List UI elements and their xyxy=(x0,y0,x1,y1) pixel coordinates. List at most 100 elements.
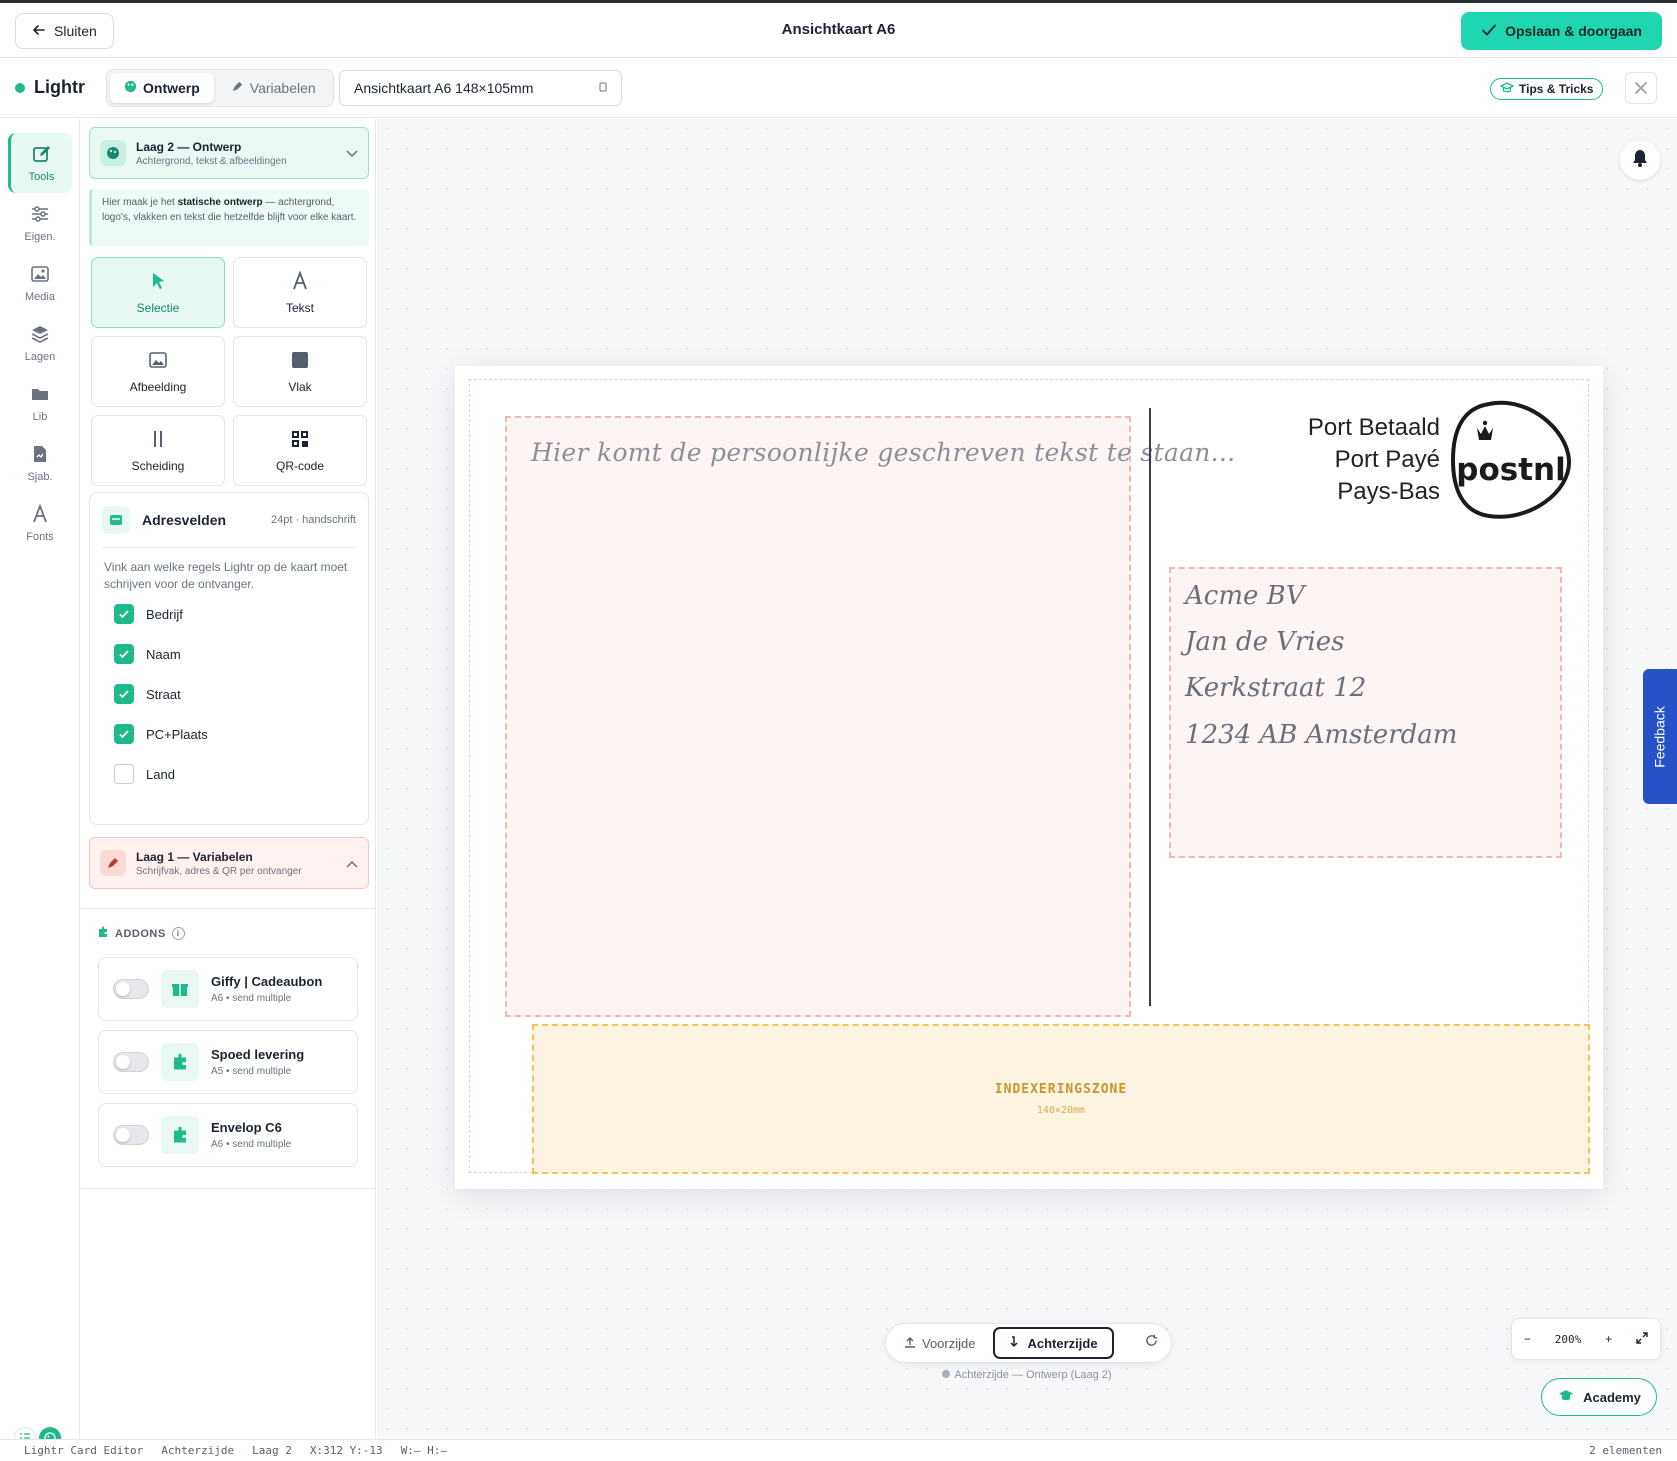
addon-name: Spoed levering xyxy=(211,1047,305,1062)
front-side-button[interactable]: Voorzijde xyxy=(890,1327,989,1359)
feedback-tab[interactable]: Feedback xyxy=(1643,669,1677,804)
tool-scheiding[interactable]: Scheiding xyxy=(91,415,225,486)
rail-item-fonts[interactable]: Fonts xyxy=(8,493,72,553)
page-title: Ansichtkaart A6 xyxy=(781,21,896,38)
hint-text-bold: statische ontwerp xyxy=(177,197,263,208)
tips-tricks-button[interactable]: Tips & Tricks xyxy=(1490,78,1604,100)
edit-icon xyxy=(32,144,52,167)
checkbox-pc-plaats[interactable]: PC+Plaats xyxy=(114,722,208,746)
divider-icon xyxy=(148,429,168,452)
postnl-wordmark: postnl xyxy=(1456,452,1565,488)
info-icon[interactable]: i xyxy=(171,927,185,940)
hint-text-start: Hier maak je het xyxy=(102,197,178,208)
checkbox-pc-plaats-label: PC+Plaats xyxy=(146,726,208,742)
addon-meta: A6 • send multiple xyxy=(211,1139,292,1150)
graduation-cap-icon xyxy=(1557,1389,1575,1406)
addon-meta: A6 • send multiple xyxy=(211,993,292,1004)
text-icon xyxy=(290,269,310,294)
rail-item-sjab[interactable]: Sjab. xyxy=(8,433,72,493)
rail-item-media[interactable]: Media xyxy=(8,253,72,313)
fullscreen-icon[interactable] xyxy=(1636,1331,1648,1347)
brand: Lightr xyxy=(15,77,85,98)
postnl-logo-icon[interactable]: postnl xyxy=(1449,400,1573,522)
tool-vlak-label: Vlak xyxy=(288,379,312,394)
checkbox-land[interactable]: Land xyxy=(114,762,175,786)
status-count: 2 elementen xyxy=(1589,1444,1662,1457)
caption-dot-icon xyxy=(942,1370,951,1378)
tab-ontwerp-label: Ontwerp xyxy=(143,80,200,96)
layer-1-subtitle: Schrijfvak, adres & QR per ontvanger xyxy=(136,865,302,877)
tool-qr-code[interactable]: QR-code xyxy=(233,415,367,486)
gift-icon xyxy=(161,970,199,1008)
editor-toolbar: Lightr Ontwerp Variabelen Ansichtkaart A… xyxy=(0,58,1677,118)
checkbox-checked-icon[interactable] xyxy=(114,684,134,704)
layer-2-header[interactable]: Laag 2 — Ontwerp Achtergrond, tekst & af… xyxy=(89,127,369,179)
tool-scheiding-label: Scheiding xyxy=(131,458,185,473)
tool-afbeelding-label: Afbeelding xyxy=(129,379,187,394)
notifications-button[interactable] xyxy=(1620,140,1660,180)
checkbox-checked-icon[interactable] xyxy=(114,644,134,664)
indexing-zone: INDEXERINGSZONE 140×20mm xyxy=(532,1024,1590,1174)
rail-item-eigen[interactable]: Eigen. xyxy=(8,193,72,253)
checkbox-unchecked[interactable] xyxy=(114,764,134,784)
postage-line: Port Payé xyxy=(1334,446,1440,473)
addon-toggle[interactable] xyxy=(113,1052,149,1072)
rail-item-tools[interactable]: Tools xyxy=(8,133,72,193)
zoom-in-button[interactable]: + xyxy=(1605,1332,1612,1346)
mode-tabs: Ontwerp Variabelen xyxy=(106,69,334,107)
tool-tekst[interactable]: Tekst xyxy=(233,257,367,328)
zoom-out-button[interactable]: − xyxy=(1524,1332,1531,1346)
checkbox-straat[interactable]: Straat xyxy=(114,682,181,706)
template-file-icon xyxy=(30,444,50,467)
top-bar: Sluiten Ansichtkaart A6 Opslaan & doorga… xyxy=(0,0,1677,58)
address-zone[interactable]: Acme BV Jan de Vries Kerkstraat 12 1234 … xyxy=(1169,567,1562,858)
checkbox-bedrijf[interactable]: Bedrijf xyxy=(114,602,183,626)
tool-selectie-label: Selectie xyxy=(136,300,180,315)
rail-item-lagen[interactable]: Lagen xyxy=(8,313,72,373)
address-line-bedrijf: Acme BV xyxy=(1185,581,1305,611)
zoom-level: 200% xyxy=(1554,1332,1582,1346)
tool-selectie[interactable]: Selectie xyxy=(91,257,225,328)
academy-button[interactable]: Academy xyxy=(1541,1378,1657,1416)
square-icon xyxy=(290,350,310,373)
address-line-pc-plaats: 1234 AB Amsterdam xyxy=(1185,720,1458,750)
message-zone[interactable]: Hier komt de persoonlijke geschreven tek… xyxy=(505,416,1235,1017)
checkbox-naam[interactable]: Naam xyxy=(114,642,181,666)
save-continue-button[interactable]: Opslaan & doorgaan xyxy=(1461,12,1662,50)
layers-icon xyxy=(30,324,50,347)
addon-toggle[interactable] xyxy=(113,979,149,999)
select-handle-icon xyxy=(599,80,607,96)
message-placeholder: Hier komt de persoonlijke geschreven tek… xyxy=(531,438,1236,467)
checkbox-bedrijf-label: Bedrijf xyxy=(146,606,183,622)
addons-label: ADDONS xyxy=(115,927,166,940)
postage-line: Port Betaald xyxy=(1307,414,1440,441)
back-side-button[interactable]: Achterzijde xyxy=(993,1327,1114,1359)
turn-down-icon xyxy=(1009,1335,1021,1351)
layer-1-header[interactable]: Laag 1 — Variabelen Schrijfvak, adres & … xyxy=(89,837,369,889)
checkbox-checked-icon[interactable] xyxy=(114,604,134,624)
zoom-controls: − 200% + xyxy=(1511,1318,1661,1360)
flip-refresh-button[interactable] xyxy=(1135,1327,1167,1359)
indexing-zone-label: INDEXERINGSZONE xyxy=(994,1082,1128,1097)
layer-1-title: Laag 1 — Variabelen xyxy=(136,849,253,864)
tools-close-icon[interactable] xyxy=(1625,72,1657,104)
folder-icon xyxy=(30,384,50,407)
card-format-select[interactable]: Ansichtkaart A6 148×105mm xyxy=(339,70,622,106)
checkbox-checked-icon[interactable] xyxy=(114,724,134,744)
cursor-icon xyxy=(148,271,168,294)
tool-afbeelding[interactable]: Afbeelding xyxy=(91,336,225,407)
check-icon xyxy=(1481,22,1497,41)
rail-label-media: Media xyxy=(25,290,55,303)
tips-label: Tips & Tricks xyxy=(1519,82,1594,96)
postcard-back[interactable]: Hier komt de persoonlijke geschreven tek… xyxy=(455,366,1603,1189)
address-fields-meta: 24pt · handschrift xyxy=(271,514,356,526)
addon-toggle[interactable] xyxy=(113,1125,149,1145)
status-coords: X:312 Y:-13 xyxy=(309,1444,383,1457)
tab-variabelen[interactable]: Variabelen xyxy=(217,73,330,103)
card-divider-line[interactable] xyxy=(1149,408,1151,1006)
addon-name: Envelop C6 xyxy=(211,1120,282,1135)
tool-vlak[interactable]: Vlak xyxy=(233,336,367,407)
rail-item-lib[interactable]: Lib xyxy=(8,373,72,433)
tab-ontwerp[interactable]: Ontwerp xyxy=(110,73,214,103)
rail-label-tools: Tools xyxy=(28,170,55,183)
